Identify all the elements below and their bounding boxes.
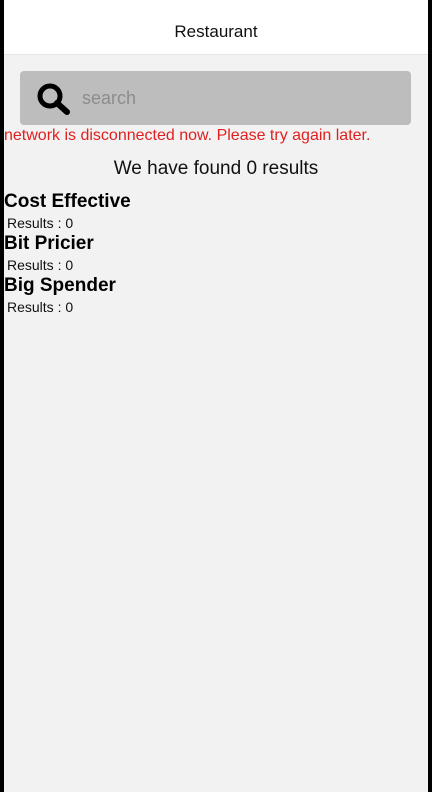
category-title: Bit Pricier <box>4 233 94 254</box>
category-list: Cost Effective Results : 0 Bit Pricier R… <box>4 191 428 317</box>
page-title: Restaurant <box>174 22 258 41</box>
category-results-count: Results : 0 <box>7 299 74 315</box>
category-title: Big Spender <box>4 275 116 296</box>
app-screen: Restaurant network is disconnected now. … <box>4 0 428 792</box>
category-big-spender[interactable]: Big Spender Results : 0 <box>4 275 428 317</box>
search-input[interactable] <box>82 81 392 115</box>
category-results-count: Results : 0 <box>7 215 74 231</box>
network-error-message: network is disconnected now. Please try … <box>4 127 371 144</box>
search-icon[interactable] <box>36 82 72 116</box>
results-summary: We have found 0 results <box>113 158 319 179</box>
category-title: Cost Effective <box>4 191 131 212</box>
category-results-count: Results : 0 <box>7 257 74 273</box>
navigation-bar: Restaurant <box>4 0 428 55</box>
category-bit-pricier[interactable]: Bit Pricier Results : 0 <box>4 233 428 275</box>
search-bar[interactable] <box>20 71 411 125</box>
category-cost-effective[interactable]: Cost Effective Results : 0 <box>4 191 428 233</box>
